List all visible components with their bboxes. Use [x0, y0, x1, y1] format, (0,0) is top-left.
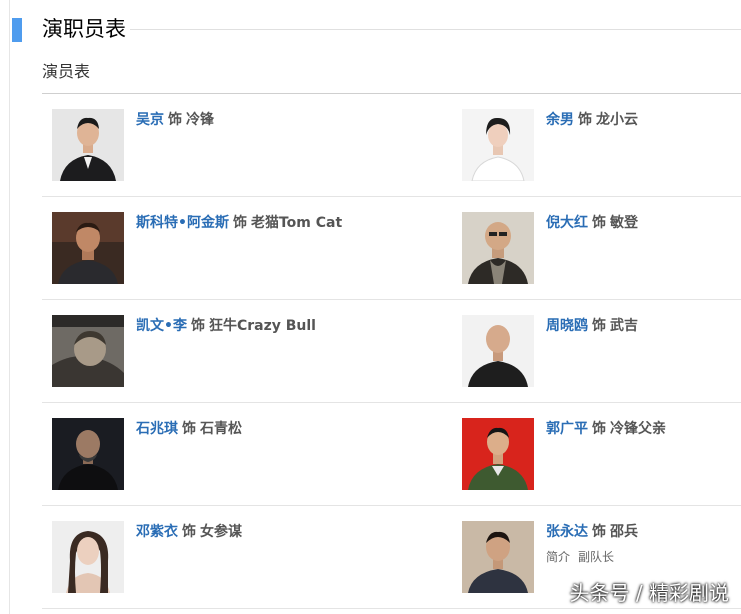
actor-photo[interactable]	[462, 521, 534, 593]
cast-info: 郭广平饰冷锋父亲	[546, 418, 741, 440]
intro-value: 副队长	[578, 550, 615, 564]
as-word: 饰	[190, 318, 205, 334]
cast-row: 斯科特•阿金斯饰老猫Tom Cat 倪大红 饰 敏登	[42, 197, 741, 300]
role-name: 石青松	[200, 421, 242, 437]
role-line: 吴京饰冷锋	[136, 109, 452, 131]
actor-photo[interactable]	[462, 418, 534, 490]
cast-entry: 凯文•李饰狂牛Crazy Bull	[52, 315, 452, 387]
actor-name[interactable]: 周晓鸥	[546, 318, 588, 334]
role-name: 龙小云	[596, 112, 638, 128]
actor-name[interactable]: 余男	[546, 112, 574, 128]
as-word: 饰	[592, 215, 606, 231]
actor-name[interactable]: 吴京	[136, 112, 164, 128]
section-title: 演职员表	[42, 14, 130, 44]
role-line: 余男饰龙小云	[546, 109, 741, 131]
cast-row: 凯文•李饰狂牛Crazy Bull 周晓鸥饰武吉	[42, 300, 741, 403]
cast-info: 倪大红饰敏登	[546, 212, 741, 234]
section-header: 演职员表	[12, 14, 741, 44]
role-line: 倪大红饰敏登	[546, 212, 741, 234]
cast-entry: 郭广平饰冷锋父亲	[462, 418, 741, 490]
cast-info: 斯科特•阿金斯饰老猫Tom Cat	[136, 212, 452, 234]
actor-name[interactable]: 石兆琪	[136, 421, 178, 437]
cast-entry: 周晓鸥饰武吉	[462, 315, 741, 387]
section-divider	[92, 29, 741, 30]
cast-entry: 斯科特•阿金斯饰老猫Tom Cat	[52, 212, 452, 284]
role-line: 石兆琪饰石青松	[136, 418, 452, 440]
as-word: 饰	[182, 524, 196, 540]
cast-row: 吴京饰冷锋 余男饰龙小云	[42, 94, 741, 197]
as-word: 饰	[592, 318, 606, 334]
cast-info: 周晓鸥饰武吉	[546, 315, 741, 337]
cast-row: 石兆琪饰石青松 郭广平饰冷锋父亲	[42, 403, 741, 506]
actor-intro: 简介 副队长	[546, 548, 741, 566]
actor-name[interactable]: 斯科特•阿金斯	[136, 215, 229, 231]
cast-entry: 余男饰龙小云	[462, 109, 741, 181]
actor-photo[interactable]	[52, 212, 124, 284]
actor-name[interactable]: 郭广平	[546, 421, 588, 437]
cast-entry: 石兆琪饰石青松	[52, 418, 452, 490]
role-line: 斯科特•阿金斯饰老猫Tom Cat	[136, 212, 452, 234]
role-name: 武吉	[610, 318, 638, 334]
cast-info: 张永达饰邵兵 简介 副队长	[546, 521, 741, 566]
actor-photo[interactable]	[52, 418, 124, 490]
actor-name[interactable]: 邓紫衣	[136, 524, 178, 540]
as-word: 饰	[182, 421, 196, 437]
role-name: 邵兵	[610, 524, 638, 540]
cast-info: 凯文•李饰狂牛Crazy Bull	[136, 315, 452, 337]
actor-photo[interactable]	[52, 109, 124, 181]
as-word: 饰	[168, 112, 182, 128]
role-name: 老猫Tom Cat	[250, 215, 343, 231]
role-name: 女参谋	[200, 524, 242, 540]
cast-info: 石兆琪饰石青松	[136, 418, 452, 440]
cast-page: 演职员表 演员表 吴京饰冷锋 余男 饰 龙小云 斯科特•阿金斯 饰 老猫Tom …	[0, 0, 741, 614]
role-line: 张永达饰邵兵	[546, 521, 741, 543]
cast-heading: 演员表	[42, 62, 91, 81]
role-line: 郭广平饰冷锋父亲	[546, 418, 741, 440]
as-word: 饰	[578, 112, 592, 128]
actor-photo[interactable]	[52, 521, 124, 593]
role-line: 凯文•李饰狂牛Crazy Bull	[136, 315, 452, 337]
role-line: 邓紫衣饰女参谋	[136, 521, 452, 543]
cast-entry: 邓紫衣饰女参谋	[52, 521, 452, 593]
cast-info: 余男饰龙小云	[546, 109, 741, 131]
role-name: 狂牛Crazy Bull	[208, 318, 316, 334]
role-name: 冷锋父亲	[610, 421, 666, 437]
cast-entry: 吴京饰冷锋	[52, 109, 452, 181]
as-word: 饰	[592, 421, 606, 437]
actor-photo[interactable]	[52, 315, 124, 387]
actor-name[interactable]: 凯文•李	[136, 318, 187, 334]
cast-list: 吴京饰冷锋 余男饰龙小云 斯科特•阿金斯 饰 老猫Tom Cat 倪大红 饰 敏…	[42, 94, 741, 609]
section-marker	[12, 18, 22, 42]
cast-info: 邓紫衣饰女参谋	[136, 521, 452, 543]
role-name: 敏登	[610, 215, 638, 231]
watermark-text: 头条号 / 精彩剧说	[569, 581, 729, 605]
actor-name[interactable]: 倪大红	[546, 215, 588, 231]
cast-entry: 倪大红饰敏登	[462, 212, 741, 284]
intro-label: 简介	[546, 550, 571, 564]
cast-info: 吴京饰冷锋	[136, 109, 452, 131]
actor-photo[interactable]	[462, 315, 534, 387]
as-word: 饰	[592, 524, 606, 540]
actor-name[interactable]: 张永达	[546, 524, 588, 540]
as-word: 饰	[232, 215, 247, 231]
actor-photo[interactable]	[462, 109, 534, 181]
left-border	[9, 0, 10, 614]
actor-photo[interactable]	[462, 212, 534, 284]
role-name: 冷锋	[186, 112, 214, 128]
role-line: 周晓鸥饰武吉	[546, 315, 741, 337]
